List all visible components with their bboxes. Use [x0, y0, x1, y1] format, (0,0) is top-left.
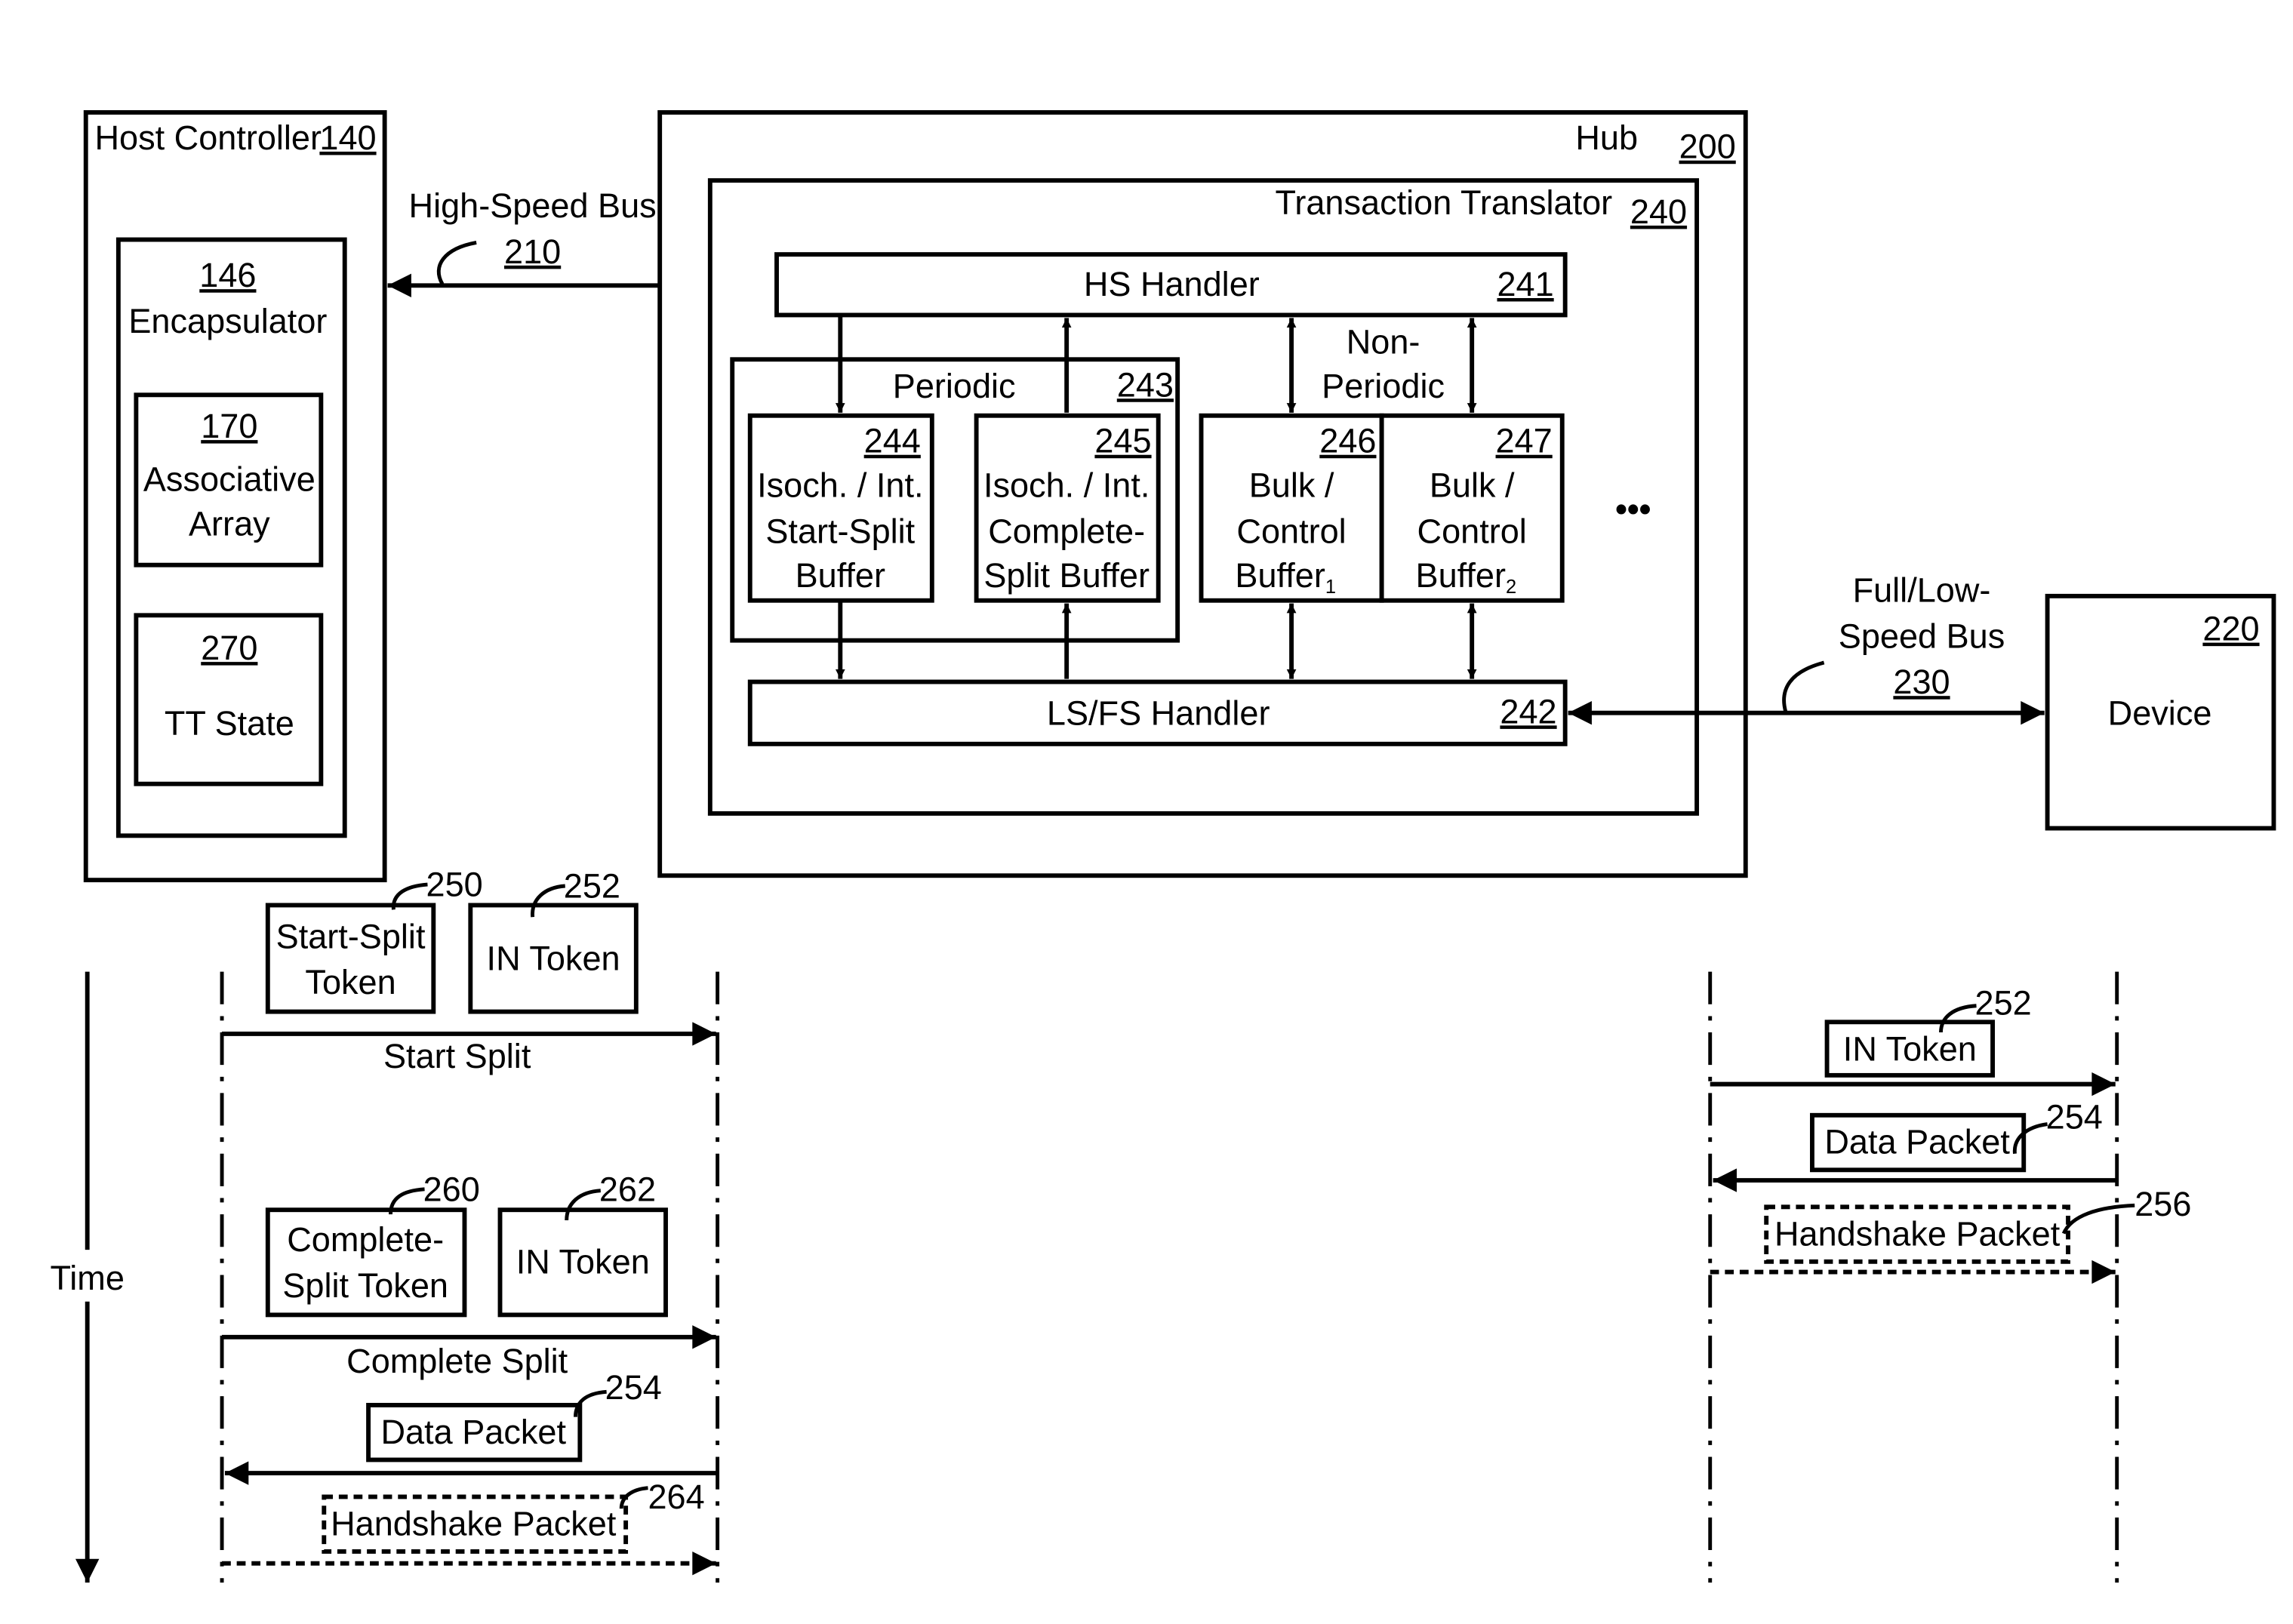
bulk-control-buffer-2-ref: 247	[1496, 422, 1553, 460]
hs-handshake-packet-ref: 264	[648, 1478, 705, 1516]
fs-sequence: IN Token 252 Data Packet 254 Handshake P…	[1708, 971, 2191, 1583]
complete-split-buffer-ref: 245	[1094, 422, 1151, 460]
tt-state-label: TT State	[165, 704, 294, 743]
time-axis-label: Time	[50, 1259, 124, 1297]
lsfs-handler-ref: 242	[1500, 692, 1556, 730]
device-ref: 220	[2202, 610, 2259, 648]
fs-handshake-packet-label: Handshake Packet	[1774, 1214, 2061, 1253]
associative-array-label-line1: Associative	[143, 460, 315, 499]
hs-handler-ref: 241	[1497, 265, 1554, 303]
hs-data-packet-label: Data Packet	[380, 1413, 566, 1451]
encapsulator-ref: 146	[199, 256, 256, 294]
fs-data-packet-label: Data Packet	[1824, 1123, 2010, 1161]
complete-split-token-ref: 260	[423, 1170, 480, 1208]
bulk-control-buffer-2-subscript: 2	[1506, 577, 1516, 598]
fs-in-token-ref: 252	[1975, 984, 2032, 1023]
hub-ref: 200	[1679, 128, 1736, 166]
full-low-speed-bus-ref: 230	[1893, 663, 1950, 701]
bulk-control-buffer-1-line1: Bulk /	[1249, 466, 1334, 505]
hub-label: Hub	[1575, 118, 1638, 157]
complete-split-buffer-line1: Isoch. / Int.	[983, 466, 1150, 505]
encapsulator-label: Encapsulator	[128, 302, 327, 340]
bulk-control-buffer-1-line2: Control	[1236, 512, 1346, 550]
start-split-token-line2: Token	[305, 963, 396, 1001]
lsfs-handler-label: LS/FS Handler	[1047, 694, 1270, 732]
periodic-label: Periodic	[893, 367, 1016, 405]
tt-state-ref: 270	[201, 629, 257, 667]
associative-array-ref: 170	[201, 407, 257, 445]
bulk-control-buffer-2-word: Buffer	[1416, 556, 1506, 595]
in-token-2-label: IN Token	[516, 1242, 650, 1281]
more-buffers-ellipsis-icon: •••	[1615, 490, 1651, 528]
transaction-translator-ref: 240	[1630, 192, 1687, 231]
transaction-translator-label: Transaction Translator	[1276, 183, 1613, 222]
device-block: 220 Device	[2045, 593, 2276, 831]
hs-split-sequence: Start-Split Token 250 IN Token 252 Start…	[220, 866, 720, 1583]
time-axis: Time	[50, 971, 125, 1583]
non-periodic-label-line2: Periodic	[1322, 367, 1445, 405]
hs-handler-label: HS Handler	[1084, 265, 1260, 303]
start-split-token-line1: Start-Split	[276, 917, 426, 955]
start-split-buffer-line2: Start-Split	[765, 512, 915, 550]
in-token-1-ref: 252	[564, 867, 620, 906]
fs-handshake-packet-leader	[2061, 1203, 2135, 1235]
complete-split-buffer-line3: Split Buffer	[983, 556, 1150, 595]
bulk-control-buffer-1-word: Buffer	[1235, 556, 1325, 595]
complete-split-buffer-line2: Complete-	[988, 512, 1145, 550]
host-controller-ref: 140	[319, 118, 376, 157]
bulk-control-buffer-1-line3: Buffer1	[1235, 556, 1336, 598]
start-split-token-ref: 250	[426, 866, 483, 904]
host-controller-block: Host Controller 140 146 Encapsulator 170…	[83, 110, 387, 883]
full-low-speed-bus-label-line2: Speed Bus	[1839, 617, 2005, 655]
full-low-speed-bus-label-line1: Full/Low-	[1853, 571, 1991, 610]
hub-block: Hub 200 Transaction Translator 240 HS Ha…	[657, 110, 1748, 878]
hs-handshake-packet-label: Handshake Packet	[331, 1504, 617, 1542]
bulk-control-buffer-1-ref: 246	[1319, 422, 1376, 460]
hs-data-packet-ref: 254	[605, 1368, 662, 1407]
device-label: Device	[2108, 694, 2212, 732]
host-controller-label: Host Controller	[94, 118, 322, 157]
complete-split-label: Complete Split	[346, 1342, 568, 1380]
fs-in-token-label: IN Token	[1843, 1029, 1977, 1068]
high-speed-bus-leader	[436, 241, 477, 285]
non-periodic-label-line1: Non-	[1347, 322, 1420, 361]
in-token-1-label: IN Token	[487, 940, 620, 978]
start-split-buffer-line1: Isoch. / Int.	[757, 466, 923, 505]
fs-handshake-packet-ref: 256	[2134, 1185, 2191, 1223]
start-split-buffer-ref: 244	[864, 422, 921, 460]
bulk-control-buffer-2-line2: Control	[1417, 512, 1527, 550]
bulk-control-buffer-1-subscript: 1	[1325, 577, 1336, 598]
bulk-control-buffer-2-line3: Buffer2	[1416, 556, 1517, 598]
high-speed-bus-label: High-Speed Bus	[409, 186, 657, 225]
full-low-speed-bus-leader	[1782, 660, 1825, 712]
bulk-control-buffer-2-line1: Bulk /	[1430, 466, 1515, 505]
complete-split-token-line1: Complete-	[287, 1220, 444, 1259]
complete-split-token-line2: Split Token	[282, 1266, 448, 1305]
associative-array-label-line2: Array	[189, 504, 270, 543]
high-speed-bus-ref: 210	[504, 232, 561, 271]
start-split-buffer-line3: Buffer	[796, 556, 885, 595]
in-token-2-ref: 262	[599, 1170, 656, 1208]
usb-split-transaction-diagram: Host Controller 140 146 Encapsulator 170…	[50, 110, 2276, 1583]
start-split-label: Start Split	[383, 1037, 531, 1075]
fs-data-packet-ref: 254	[2046, 1097, 2103, 1136]
periodic-ref: 243	[1117, 365, 1174, 404]
